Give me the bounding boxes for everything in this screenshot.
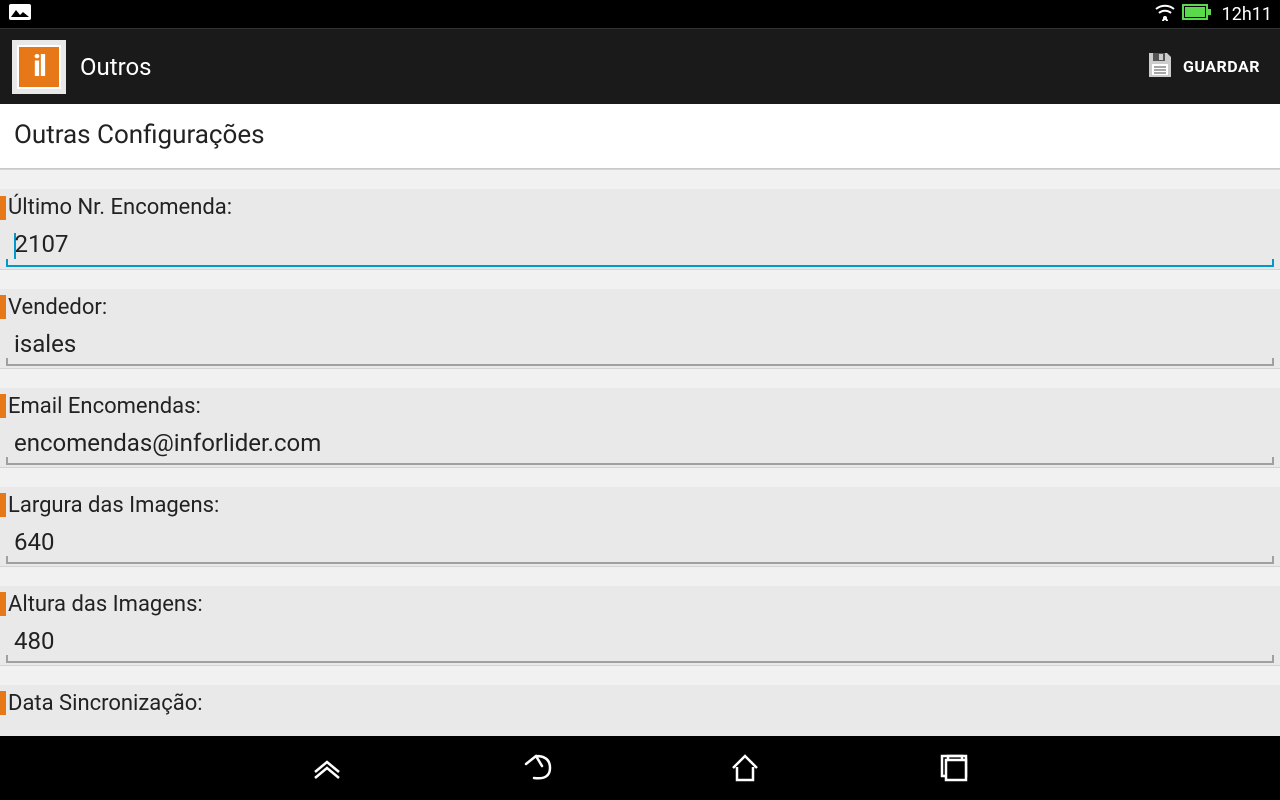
nav-recent-button[interactable]: [932, 746, 976, 790]
battery-icon: [1182, 3, 1212, 25]
gallery-icon: [8, 3, 32, 25]
settings-form: Outras Configurações Último Nr. Encomend…: [0, 104, 1280, 736]
seller-input[interactable]: isales: [6, 324, 1274, 366]
wifi-icon: [1154, 3, 1176, 25]
section-header: Outras Configurações: [0, 104, 1280, 169]
img-height-input[interactable]: 480: [6, 621, 1274, 663]
field-seller: Vendedor: isales: [0, 269, 1280, 368]
field-label-img-width: Largura das Imagens:: [0, 487, 1280, 522]
nav-collapse-button[interactable]: [305, 746, 349, 790]
label-marker-icon: [0, 592, 6, 616]
label-marker-icon: [0, 394, 6, 418]
label-marker-icon: [0, 493, 6, 517]
label-marker-icon: [0, 295, 6, 319]
label-marker-icon: [0, 196, 6, 220]
app-logo[interactable]: il: [12, 40, 66, 94]
field-label-sync-date: Data Sincronização:: [0, 685, 1280, 720]
field-label-email: Email Encomendas:: [0, 388, 1280, 423]
field-label-last-order: Último Nr. Encomenda:: [0, 189, 1280, 224]
save-button-label: GUARDAR: [1183, 57, 1260, 76]
field-img-width: Largura das Imagens: 640: [0, 467, 1280, 566]
img-width-input[interactable]: 640: [6, 522, 1274, 564]
save-button[interactable]: GUARDAR: [1137, 42, 1268, 92]
field-label-seller: Vendedor:: [0, 289, 1280, 324]
field-img-height: Altura das Imagens: 480: [0, 566, 1280, 665]
save-icon: [1145, 50, 1175, 84]
field-last-order: Último Nr. Encomenda: 2107: [0, 169, 1280, 269]
nav-home-button[interactable]: [723, 746, 767, 790]
label-marker-icon: [0, 691, 6, 715]
status-bar: 12h11: [0, 0, 1280, 28]
system-nav-bar: [0, 736, 1280, 800]
email-input[interactable]: encomendas@inforlider.com: [6, 423, 1274, 465]
action-bar: il Outros GUARDAR: [0, 28, 1280, 104]
nav-back-button[interactable]: [514, 746, 558, 790]
field-sync-date: Data Sincronização:: [0, 665, 1280, 720]
last-order-input[interactable]: 2107: [6, 224, 1274, 267]
field-label-img-height: Altura das Imagens:: [0, 586, 1280, 621]
status-time: 12h11: [1222, 4, 1272, 25]
page-title: Outros: [80, 53, 152, 81]
field-email: Email Encomendas: encomendas@inforlider.…: [0, 368, 1280, 467]
